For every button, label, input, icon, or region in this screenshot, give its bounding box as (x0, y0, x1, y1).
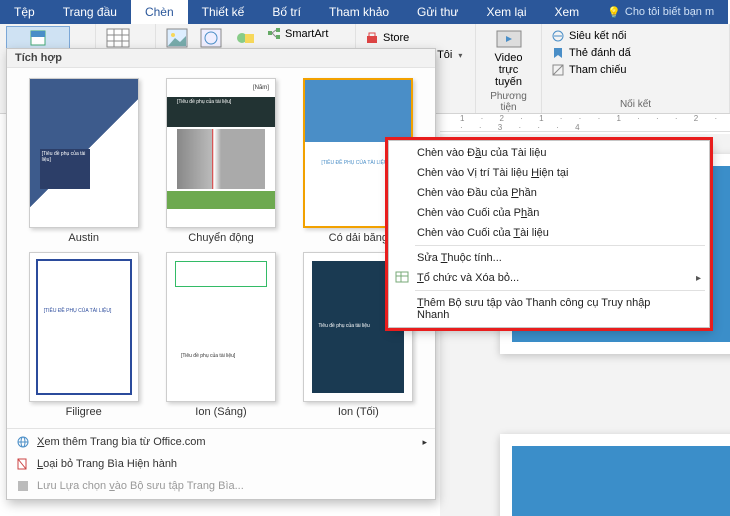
chevron-down-icon: ▾ (458, 51, 462, 60)
tab-view[interactable]: Xem (540, 0, 593, 24)
context-menu: Chèn vào Đầu của Tài liệu Chèn vào Vị tr… (388, 140, 710, 328)
tab-insert[interactable]: Chèn (131, 0, 188, 24)
more-from-office-button[interactable]: Xem thêm Trang bìa từ Office.com ▸ (7, 431, 435, 453)
picture-icon (166, 28, 188, 48)
gallery-item-filigree[interactable]: [TIÊU ĐỀ PHỤ CỦA TÀI LIỆU] Filigree (15, 248, 152, 422)
store-label: Store (383, 32, 409, 44)
thumb-label: Ion (Sáng) (195, 406, 246, 418)
cm-insert-begin-doc[interactable]: Chèn vào Đầu của Tài liệu (389, 143, 709, 163)
cover-page-gallery: Tích hợp [Tiêu đề phụ của tài liệu] Aust… (6, 48, 436, 500)
separator (415, 290, 705, 291)
separator (415, 245, 705, 246)
tab-mailings[interactable]: Gửi thư (403, 0, 472, 24)
online-video-button[interactable]: Video trực tuyến (482, 26, 535, 90)
thumb-sub: [Tiêu đề phụ của tài liệu] (181, 353, 235, 359)
bookmark-label: Thẻ đánh dấ (569, 47, 631, 59)
tab-file[interactable]: Tệp (0, 0, 49, 24)
smartart-button[interactable]: SmartArt (264, 26, 331, 42)
gallery-item-austin[interactable]: [Tiêu đề phụ của tài liệu] Austin (15, 74, 152, 248)
links-group-label: Nối kết (548, 98, 723, 111)
thumb-label: Ion (Tối) (338, 406, 379, 418)
online-picture-icon (200, 28, 222, 48)
thumb-label: Có dải băng (329, 232, 388, 244)
bookmark-icon (551, 46, 565, 60)
link-icon (551, 29, 565, 43)
tell-me-label: Cho tôi biết bạn m (625, 6, 714, 18)
gallery-item-motion[interactable]: [Năm] [Tiêu đề phụ của tài liệu] Chuyển … (152, 74, 289, 248)
remove-icon (15, 456, 31, 472)
gallery-grid: [Tiêu đề phụ của tài liệu] Austin [Năm] … (7, 68, 435, 428)
video-label: Video trực tuyến (486, 52, 531, 88)
hyperlink-button[interactable]: Siêu kết nối (548, 28, 634, 44)
store-icon (365, 31, 379, 45)
lightbulb-icon: 💡 (607, 6, 621, 19)
table-button[interactable] (102, 26, 134, 50)
cover-page-icon (29, 29, 47, 47)
page-2[interactable] (500, 434, 730, 516)
thumb-ion-light: [Tiêu đề phụ của tài liệu] (166, 252, 276, 402)
thumb-sub: [TIÊU ĐỀ PHỤ CỦA TÀI LIỆU] (321, 160, 389, 166)
ribbon-tabs: Tệp Trang đầu Chèn Thiết kế Bố trí Tham … (0, 0, 730, 24)
tab-design[interactable]: Thiết kế (188, 0, 259, 24)
remove-cover-button[interactable]: Loại bỏ Trang Bìa Hiện hành (7, 453, 435, 475)
thumb-filigree: [TIÊU ĐỀ PHỤ CỦA TÀI LIỆU] (29, 252, 139, 402)
gallery-item-ion-light[interactable]: [Tiêu đề phụ của tài liệu] Ion (Sáng) (152, 248, 289, 422)
cm-insert-current[interactable]: Chèn vào Vị trí Tài liệu Hiện tại (389, 163, 709, 183)
online-pictures-button[interactable] (196, 26, 226, 50)
crossref-button[interactable]: Tham chiếu (548, 62, 634, 78)
pictures-button[interactable] (162, 26, 192, 50)
smartart-label: SmartArt (285, 28, 328, 40)
tab-references[interactable]: Tham khảo (315, 0, 403, 24)
save-icon (15, 478, 31, 494)
cm-insert-begin-section[interactable]: Chèn vào Đầu của Phần (389, 183, 709, 203)
thumb-year: [Năm] (253, 85, 269, 91)
globe-icon (15, 434, 31, 450)
cover-placeholder-2 (512, 446, 730, 516)
table-icon (106, 28, 130, 48)
video-icon (496, 28, 522, 50)
shapes-button[interactable] (230, 26, 260, 50)
shapes-icon (234, 28, 256, 48)
store-button[interactable]: Store (362, 30, 465, 46)
thumb-austin: [Tiêu đề phụ của tài liệu] (29, 78, 139, 228)
thumb-sub: Tiêu đề phụ của tài liệu (318, 323, 370, 329)
remove-label: Loại bỏ Trang Bìa Hiện hành (37, 458, 177, 470)
horizontal-ruler[interactable]: 1 · 2 · 1 · · · 1 · · · 2 · · · 3 · · · … (440, 114, 730, 132)
tab-tell-me[interactable]: 💡 Cho tôi biết bạn m (593, 0, 728, 24)
bookmark-button[interactable]: Thẻ đánh dấ (548, 45, 634, 61)
thumb-label: Austin (68, 232, 99, 244)
cm-organize[interactable]: Tổ chức và Xóa bỏ... (389, 268, 709, 288)
tab-home[interactable]: Trang đầu (49, 0, 131, 24)
chevron-right-icon: ▸ (422, 437, 427, 448)
tab-review[interactable]: Xem lại (472, 0, 540, 24)
crossref-icon (551, 63, 565, 77)
thumb-sub: [TIÊU ĐỀ PHỤ CỦA TÀI LIỆU] (44, 308, 112, 314)
thumb-label: Filigree (66, 406, 102, 418)
more-office-label: Xem thêm Trang bìa từ Office.com (37, 436, 206, 448)
cm-insert-end-section[interactable]: Chèn vào Cuối của Phần (389, 203, 709, 223)
hyperlink-label: Siêu kết nối (569, 30, 626, 42)
thumb-label: Chuyển động (188, 232, 253, 244)
thumb-sub: [Tiêu đề phụ của tài liệu] (177, 99, 231, 105)
crossref-label: Tham chiếu (569, 64, 626, 76)
organize-icon (395, 270, 411, 286)
cm-add-to-qat[interactable]: Thêm Bộ sưu tập vào Thanh công cụ Truy n… (389, 293, 709, 325)
thumb-sub: [Tiêu đề phụ của tài liệu] (40, 149, 90, 189)
save-selection-label: Lưu Lựa chọn vào Bộ sưu tập Trang Bìa... (37, 480, 244, 492)
cm-edit-props[interactable]: Sửa Thuộc tính... (389, 248, 709, 268)
smartart-icon (267, 27, 281, 41)
tab-layout[interactable]: Bố trí (258, 0, 315, 24)
save-selection-button: Lưu Lựa chọn vào Bộ sưu tập Trang Bìa... (7, 475, 435, 497)
gallery-footer: Xem thêm Trang bìa từ Office.com ▸ Loại … (7, 428, 435, 499)
media-group-label: Phương tiện (482, 90, 535, 114)
cm-insert-end-doc[interactable]: Chèn vào Cuối của Tài liệu (389, 223, 709, 243)
gallery-header: Tích hợp (7, 49, 435, 68)
thumb-motion: [Năm] [Tiêu đề phụ của tài liệu] (166, 78, 276, 228)
